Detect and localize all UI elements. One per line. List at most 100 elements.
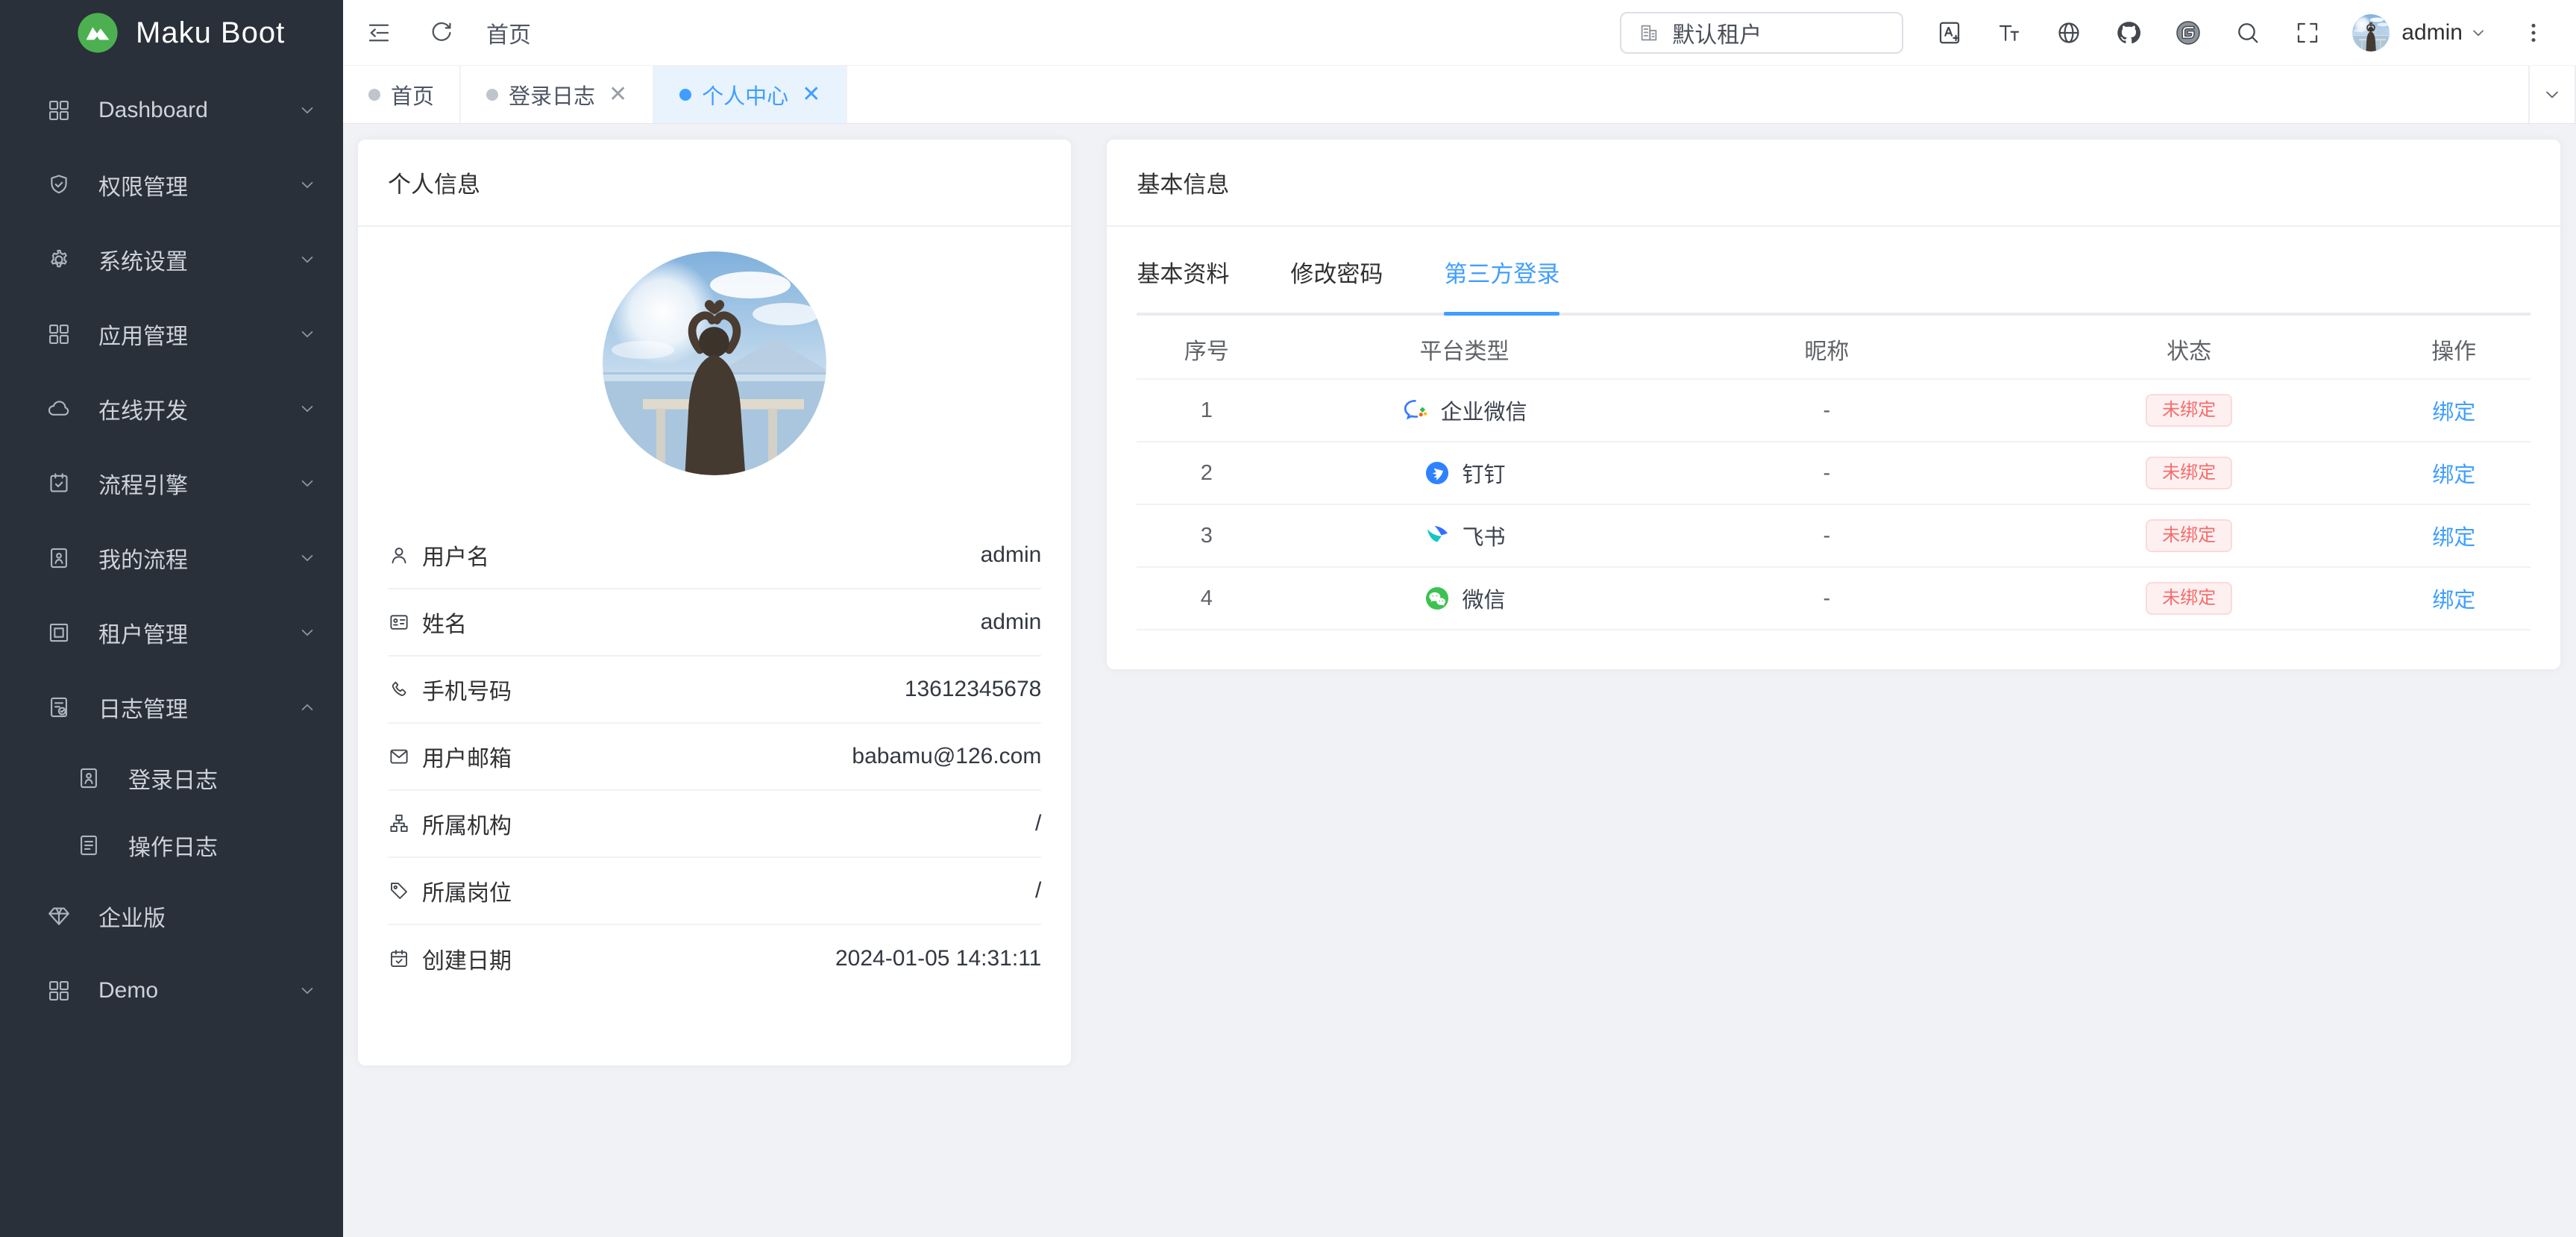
feishu-icon [1423, 522, 1451, 550]
chevron-down-icon [297, 398, 318, 419]
nickname-cell: - [1653, 586, 2001, 611]
sidebar-item-log-management[interactable]: 日志管理 [0, 670, 343, 745]
basic-info-card: 基本信息 基本资料 修改密码 第三方登录 序号 平台类型 昵称 状态 操作 [1107, 140, 2560, 669]
collapse-sidebar-icon[interactable] [365, 19, 392, 46]
sidebar-item-workflow-engine[interactable]: 流程引擎 [0, 446, 343, 521]
info-tabs: 基本资料 修改密码 第三方登录 [1137, 255, 2531, 316]
sidebar-item-dashboard[interactable]: Dashboard [0, 73, 343, 148]
font-size-button[interactable] [1996, 19, 2023, 46]
profile-fields: 用户名 admin 姓名 admin 手机号码 13612345678 [388, 522, 1041, 992]
platform-cell: 微信 [1423, 583, 1505, 614]
search-button[interactable] [2234, 19, 2261, 46]
tab-basic-profile[interactable]: 基本资料 [1137, 255, 1229, 313]
status-badge: 未绑定 [2146, 394, 2232, 427]
app-logo[interactable]: Maku Boot [0, 0, 343, 66]
document-check-icon [46, 695, 72, 720]
sidebar-item-label: 操作日志 [128, 829, 218, 862]
sidebar-item-operation-log[interactable]: 操作日志 [0, 812, 343, 879]
platform-cell: 钉钉 [1423, 457, 1505, 489]
app-window: Maku Boot Dashboard 权限管理 系统设置 应用管理 [0, 0, 2576, 1237]
tab-third-party-login[interactable]: 第三方登录 [1444, 255, 1559, 313]
column-header-no: 序号 [1137, 333, 1276, 366]
field-value: 13612345678 [905, 677, 1042, 702]
gitee-button[interactable] [2175, 19, 2202, 46]
column-header-platform: 平台类型 [1276, 333, 1653, 366]
platform-name: 微信 [1462, 583, 1505, 614]
grid-icon [46, 98, 72, 123]
id-card-icon [388, 611, 410, 633]
github-icon [2115, 19, 2142, 46]
profile-avatar-wrap [358, 251, 1071, 475]
sidebar-item-tenant-management[interactable]: 租户管理 [0, 595, 343, 670]
sidebar-item-demo[interactable]: Demo [0, 953, 343, 1028]
chevron-down-icon [297, 100, 318, 121]
tenant-select-value: 默认租户 [1672, 16, 1762, 49]
chevron-down-icon [297, 473, 318, 494]
user-icon [388, 544, 410, 566]
bind-link[interactable]: 绑定 [2432, 395, 2475, 426]
close-icon[interactable]: ✕ [802, 84, 820, 106]
sidebar-item-login-log[interactable]: 登录日志 [0, 745, 343, 812]
tab-login-log[interactable]: 登录日志 ✕ [461, 66, 654, 123]
row-index: 4 [1137, 586, 1276, 611]
user-photo [2352, 14, 2390, 51]
sidebar-item-permissions[interactable]: 权限管理 [0, 148, 343, 222]
dingtalk-icon [1423, 459, 1451, 487]
calendar-icon [388, 948, 410, 970]
sidebar-item-label: Demo [98, 978, 158, 1003]
field-label: 所属机构 [422, 807, 512, 840]
bind-link[interactable]: 绑定 [2432, 583, 2475, 614]
tab-overflow-button[interactable] [2528, 66, 2576, 123]
refresh-icon[interactable] [428, 19, 455, 46]
gear-icon [46, 247, 72, 272]
breadcrumb[interactable]: 首页 [486, 16, 531, 49]
sidebar-item-enterprise[interactable]: 企业版 [0, 879, 343, 953]
tab-change-password[interactable]: 修改密码 [1290, 255, 1383, 313]
frame-icon [46, 620, 72, 645]
field-create-date: 创建日期 2024-01-05 14:31:11 [388, 925, 1041, 992]
column-header-status: 状态 [2001, 333, 2378, 366]
chevron-down-icon [297, 249, 318, 270]
maku-logo-icon [76, 11, 119, 54]
language-button[interactable] [2055, 19, 2082, 46]
mail-icon [388, 745, 410, 768]
tab-dot [368, 89, 380, 101]
chevron-down-icon [297, 622, 318, 643]
bind-link[interactable]: 绑定 [2432, 520, 2475, 551]
tab-home[interactable]: 首页 [343, 66, 461, 123]
table-row: 2 钉钉 - 未绑定 绑定 [1137, 442, 2531, 505]
user-name[interactable]: admin [2401, 20, 2463, 46]
sidebar-item-label: 权限管理 [98, 169, 188, 201]
gitee-icon [2175, 19, 2202, 46]
chevron-up-icon [297, 697, 318, 718]
profile-avatar[interactable] [603, 251, 826, 475]
bind-link[interactable]: 绑定 [2432, 457, 2475, 489]
row-index: 3 [1137, 524, 1276, 548]
kebab-menu-icon[interactable] [2521, 20, 2546, 46]
tab-profile-center[interactable]: 个人中心 ✕ [654, 66, 847, 123]
sidebar-item-app-management[interactable]: 应用管理 [0, 297, 343, 372]
close-icon[interactable]: ✕ [609, 84, 627, 106]
sidebar-item-system-settings[interactable]: 系统设置 [0, 222, 343, 297]
basic-info-card-title: 基本信息 [1107, 140, 2560, 227]
sidebar-item-my-workflow[interactable]: 我的流程 [0, 521, 343, 595]
tenant-select[interactable]: 默认租户 [1620, 12, 1903, 54]
translate-button[interactable] [1936, 19, 1963, 46]
status-badge: 未绑定 [2146, 582, 2232, 615]
tab-label: 首页 [391, 79, 434, 110]
platform-name: 飞书 [1462, 520, 1505, 551]
column-header-actions: 操作 [2377, 333, 2531, 366]
user-avatar[interactable] [2352, 14, 2390, 51]
sidebar-item-label: 登录日志 [128, 762, 218, 795]
building-icon [1638, 22, 1660, 44]
user-photo [603, 251, 826, 475]
profile-card-title: 个人信息 [358, 140, 1071, 227]
chevron-down-icon [2541, 84, 2563, 106]
field-value: / [1035, 811, 1041, 836]
table-row: 4 微信 - 未绑定 绑定 [1137, 568, 2531, 630]
sidebar-item-online-dev[interactable]: 在线开发 [0, 372, 343, 446]
field-label: 手机号码 [422, 673, 512, 706]
github-button[interactable] [2115, 19, 2142, 46]
fullscreen-button[interactable] [2294, 19, 2321, 46]
caret-down-icon[interactable] [2469, 23, 2488, 43]
